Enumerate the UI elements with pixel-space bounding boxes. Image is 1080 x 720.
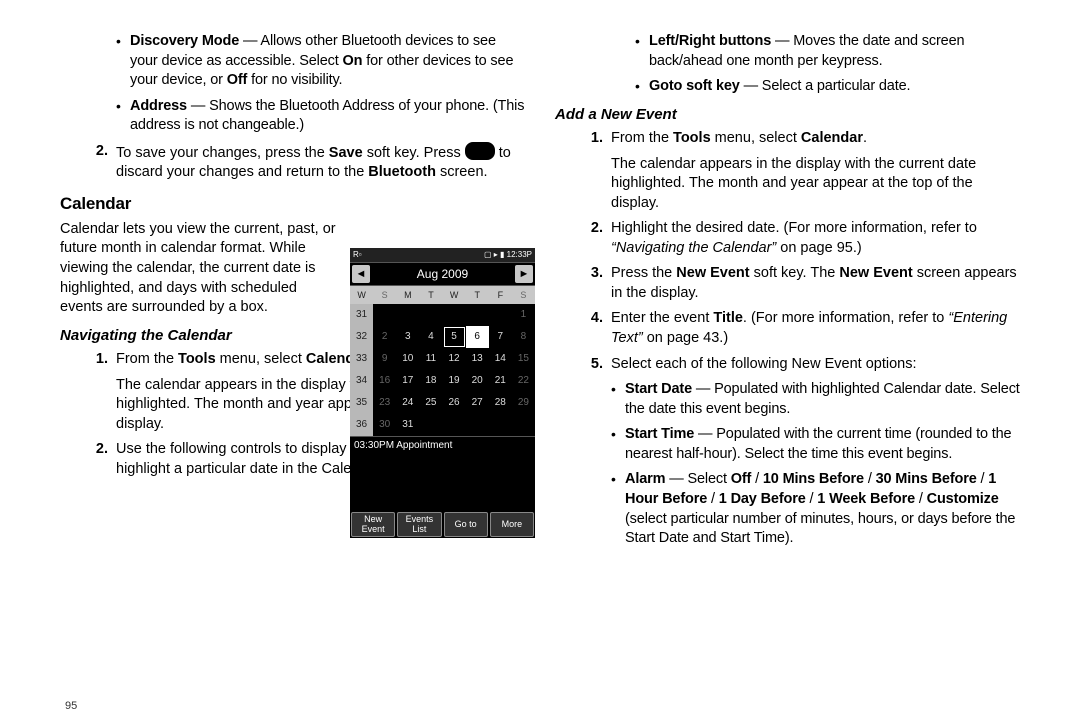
softkey-events-list[interactable]: EventsList	[397, 512, 441, 537]
end-key-icon	[465, 142, 495, 160]
bullet-text: Left/Right buttons — Moves the date and …	[649, 32, 1020, 71]
calendar-day[interactable]: 8	[512, 326, 535, 348]
calendar-day[interactable]: 23	[373, 392, 396, 414]
step-number: 2.	[579, 219, 611, 258]
step-number: 3.	[579, 264, 611, 303]
bullet-text: Address — Shows the Bluetooth Address of…	[130, 97, 525, 136]
bluetooth-options-list: •Discovery Mode — Allows other Bluetooth…	[116, 32, 525, 136]
step-number: 1.	[579, 129, 611, 213]
nav-step-1: From the Tools menu, select Calendar.	[116, 350, 376, 370]
calendar-intro: Calendar lets you view the current, past…	[60, 220, 340, 318]
calendar-heading: Calendar	[60, 193, 525, 216]
calendar-day[interactable]: 6	[466, 326, 489, 348]
add-new-event-heading: Add a New Event	[555, 105, 1020, 125]
calendar-day[interactable]: 30	[373, 414, 396, 436]
option-bullet: Start Time — Populated with the current …	[625, 425, 1020, 464]
calendar-day[interactable]: 21	[489, 370, 512, 392]
calendar-day[interactable]: 9	[373, 348, 396, 370]
calendar-day[interactable]	[396, 304, 419, 326]
calendar-day[interactable]: 29	[512, 392, 535, 414]
save-changes-step: To save your changes, press the Save sof…	[116, 142, 525, 183]
step-text: From the Tools menu, select Calendar.The…	[611, 129, 1020, 213]
bullet-text: Goto soft key — Select a particular date…	[649, 77, 1020, 97]
prev-month-button[interactable]: ◄	[352, 265, 370, 283]
step-text: Highlight the desired date. (For more in…	[611, 219, 1020, 258]
step-text: Enter the event Title. (For more informa…	[611, 309, 1020, 348]
add-event-steps: 1.From the Tools menu, select Calendar.T…	[579, 129, 1020, 555]
calendar-day[interactable]: 17	[396, 370, 419, 392]
step-number: 2.	[84, 142, 116, 183]
page-number: 95	[65, 699, 77, 714]
status-left: R▫	[353, 250, 362, 261]
left-column: •Discovery Mode — Allows other Bluetooth…	[30, 30, 545, 690]
calendar-day[interactable]: 13	[466, 348, 489, 370]
softkey-go-to[interactable]: Go to	[444, 512, 488, 537]
calendar-day[interactable]: 4	[419, 326, 442, 348]
calendar-day[interactable]: 11	[419, 348, 442, 370]
calendar-day[interactable]	[489, 414, 512, 436]
calendar-day[interactable]: 25	[419, 392, 442, 414]
step-number: 4.	[579, 309, 611, 348]
step-number: 1.	[84, 350, 116, 434]
calendar-day[interactable]: 2	[373, 326, 396, 348]
calendar-day[interactable]: 3	[396, 326, 419, 348]
calendar-day[interactable]	[466, 304, 489, 326]
phone-screenshot: R▫ ▢ ▸ ▮ 12:33P ◄ Aug 2009 ► WSMTWTFS311…	[350, 248, 535, 538]
calendar-day[interactable]	[512, 414, 535, 436]
option-bullet: Alarm — Select Off / 10 Mins Before / 30…	[625, 470, 1020, 548]
month-title: Aug 2009	[372, 266, 513, 282]
nav-controls-list: •Left/Right buttons — Moves the date and…	[635, 32, 1020, 97]
calendar-day[interactable]: 15	[512, 348, 535, 370]
calendar-day[interactable]: 5	[443, 326, 466, 348]
calendar-day[interactable]: 10	[396, 348, 419, 370]
right-column: •Left/Right buttons — Moves the date and…	[545, 30, 1050, 690]
softkey-more[interactable]: More	[490, 512, 534, 537]
calendar-day[interactable]: 14	[489, 348, 512, 370]
bullet-text: Discovery Mode — Allows other Bluetooth …	[130, 32, 525, 91]
selected-event: 03:30PM Appointment	[350, 436, 535, 459]
calendar-day[interactable]: 1	[512, 304, 535, 326]
calendar-day[interactable]	[373, 304, 396, 326]
calendar-day[interactable]: 19	[443, 370, 466, 392]
calendar-day[interactable]	[419, 304, 442, 326]
calendar-day[interactable]	[443, 414, 466, 436]
calendar-grid[interactable]: WSMTWTFS31132234567833910111213141534161…	[350, 286, 535, 436]
calendar-day[interactable]: 27	[466, 392, 489, 414]
calendar-day[interactable]: 18	[419, 370, 442, 392]
calendar-day[interactable]	[443, 304, 466, 326]
calendar-day[interactable]: 12	[443, 348, 466, 370]
calendar-day[interactable]: 16	[373, 370, 396, 392]
calendar-day[interactable]	[466, 414, 489, 436]
step-number: 2.	[84, 440, 116, 479]
calendar-day[interactable]: 7	[489, 326, 512, 348]
calendar-day[interactable]: 28	[489, 392, 512, 414]
calendar-day[interactable]: 22	[512, 370, 535, 392]
step-number: 5.	[579, 355, 611, 555]
status-right: ▢ ▸ ▮ 12:33P	[484, 250, 532, 261]
calendar-day[interactable]: 20	[466, 370, 489, 392]
step-text: Press the New Event soft key. The New Ev…	[611, 264, 1020, 303]
calendar-day[interactable]	[489, 304, 512, 326]
calendar-day[interactable]: 24	[396, 392, 419, 414]
calendar-day[interactable]: 31	[396, 414, 419, 436]
calendar-day[interactable]	[419, 414, 442, 436]
step-text: Select each of the following New Event o…	[611, 355, 1020, 555]
option-bullet: Start Date — Populated with highlighted …	[625, 380, 1020, 419]
calendar-day[interactable]: 26	[443, 392, 466, 414]
softkey-new-event[interactable]: NewEvent	[351, 512, 395, 537]
next-month-button[interactable]: ►	[515, 265, 533, 283]
